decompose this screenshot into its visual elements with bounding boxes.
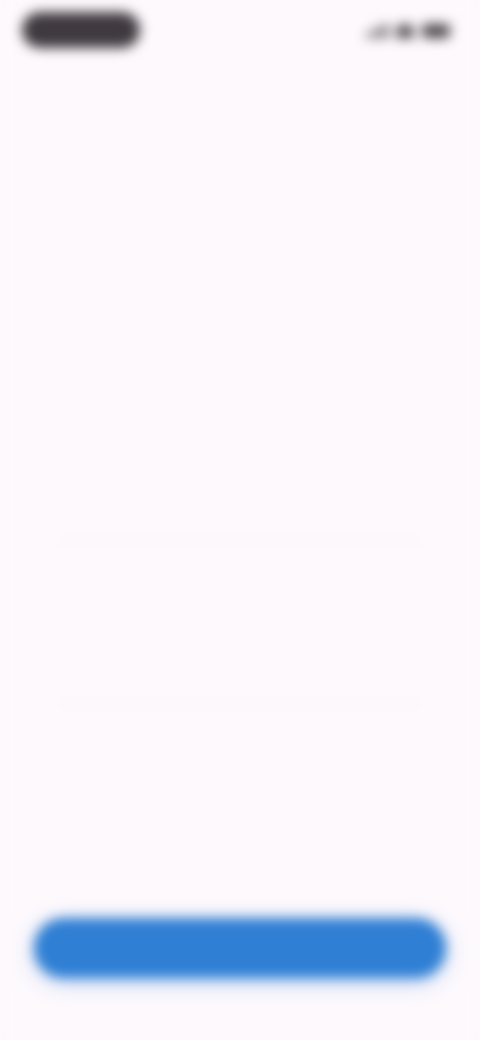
continue-button[interactable] [34,918,446,978]
option-item-1[interactable] [0,380,480,542]
option-item-3[interactable] [0,704,480,866]
status-time-pill [22,12,140,48]
battery-icon [422,24,450,38]
signal-icon [366,24,388,38]
wifi-icon [396,24,414,38]
screen [0,0,480,1040]
option-list [0,380,480,866]
option-item-2[interactable] [0,542,480,704]
status-icons [350,20,450,42]
